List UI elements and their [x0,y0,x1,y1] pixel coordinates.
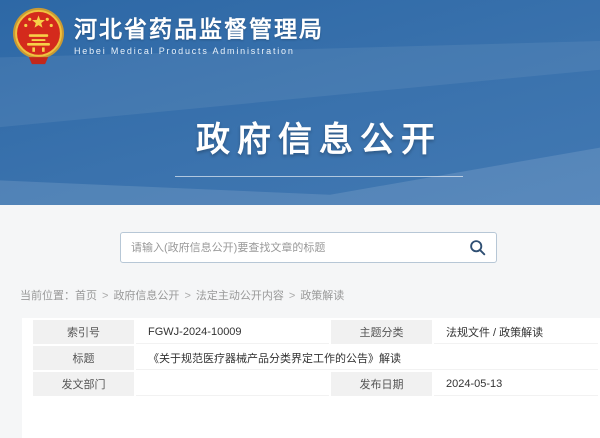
search-icon [469,239,486,256]
index-number-value: FGWJ-2024-10009 [136,320,329,344]
title-label: 标题 [33,346,134,370]
document-info-table: 索引号 FGWJ-2024-10009 主题分类 法规文件 / 政策解读 标题 … [31,318,600,398]
page-banner-title: 政府信息公开 [19,112,600,161]
search-box [120,232,497,263]
topic-category-value: 法规文件 / 政策解读 [434,320,598,344]
breadcrumb-separator: > [102,290,108,302]
issuing-department-label: 发文部门 [33,372,134,396]
content-card: 索引号 FGWJ-2024-10009 主题分类 法规文件 / 政策解读 标题 … [22,318,600,438]
publish-date-label: 发布日期 [331,372,432,396]
site-title-en: Hebei Medical Products Administration [74,46,324,56]
breadcrumb-policy-link[interactable]: 政策解读 [300,290,344,302]
publish-date-value: 2024-05-13 [434,372,598,396]
site-title-cn: 河北省药品监督管理局 [74,16,324,44]
site-title-block: 河北省药品监督管理局 Hebei Medical Products Admini… [74,16,324,57]
title-value: 《关于规范医疗器械产品分类界定工作的公告》解读 [136,346,598,370]
breadcrumb-separator: > [184,290,190,302]
search-button[interactable] [458,233,496,262]
breadcrumb: 当前位置：首页 > 政府信息公开 > 法定主动公开内容 > 政策解读 [20,287,600,303]
index-number-label: 索引号 [33,320,134,344]
breadcrumb-disclosure-link[interactable]: 法定主动公开内容 [196,290,284,302]
national-emblem-icon [12,7,65,65]
breadcrumb-home-link[interactable]: 首页 [75,290,97,302]
banner-divider [175,176,463,177]
site-logo[interactable]: 河北省药品监督管理局 Hebei Medical Products Admini… [12,7,324,65]
table-row-index: 索引号 FGWJ-2024-10009 主题分类 法规文件 / 政策解读 [33,320,598,344]
search-section [0,205,600,263]
breadcrumb-prefix: 当前位置： [20,290,75,302]
banner-title-block: 政府信息公开 [19,112,600,177]
breadcrumb-separator: > [289,290,295,302]
topic-category-label: 主题分类 [331,320,432,344]
search-input[interactable] [121,242,458,254]
table-row-title: 标题 《关于规范医疗器械产品分类界定工作的公告》解读 [33,346,598,370]
issuing-department-value [136,372,329,396]
table-row-department: 发文部门 发布日期 2024-05-13 [33,372,598,396]
site-header: 河北省药品监督管理局 Hebei Medical Products Admini… [0,0,600,205]
breadcrumb-gov-info-link[interactable]: 政府信息公开 [113,290,179,302]
